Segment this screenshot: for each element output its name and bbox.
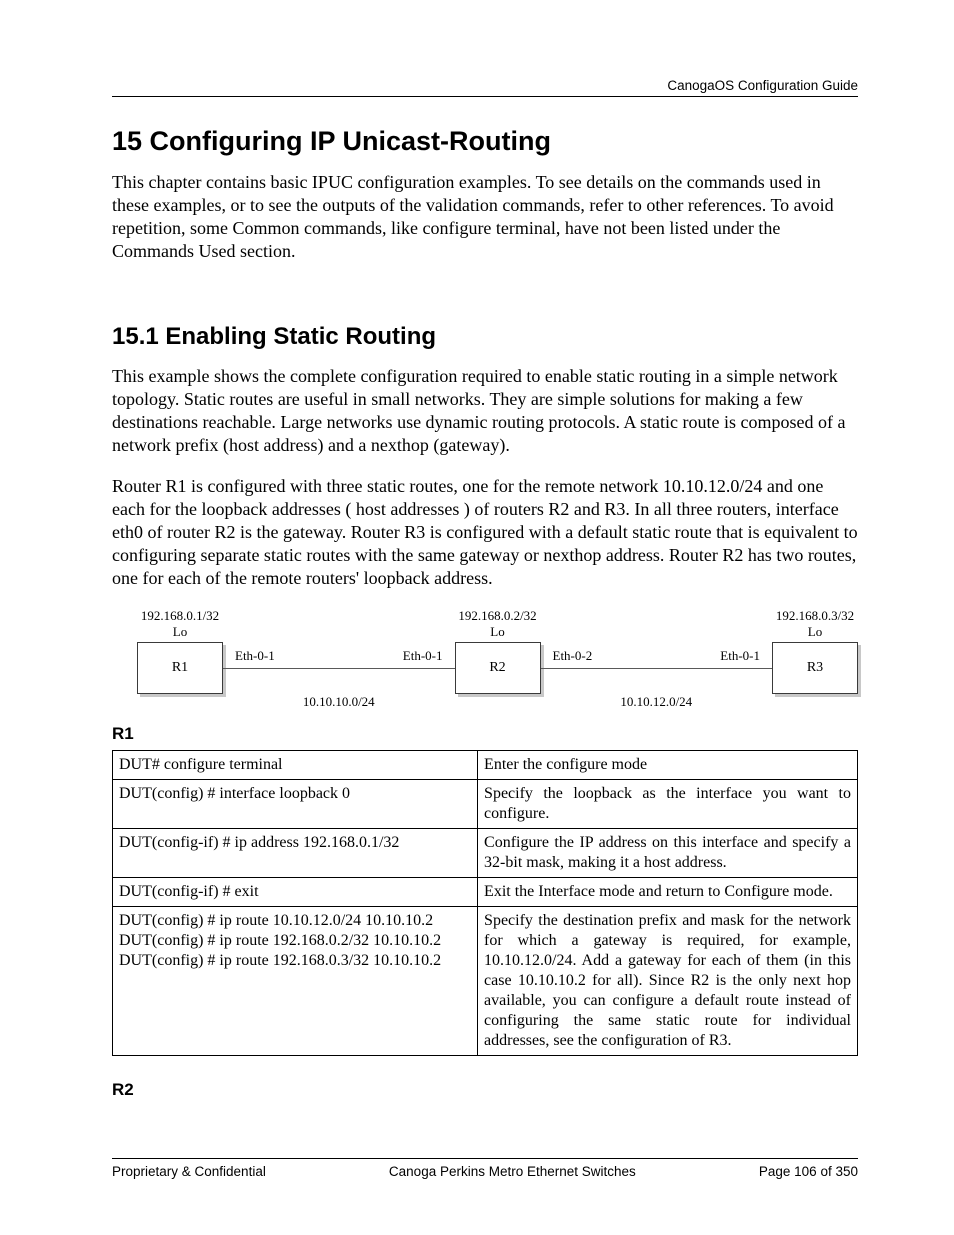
link2-left-if: Eth-0-2 — [553, 648, 593, 664]
link-r2-r3: Eth-0-2 Eth-0-1 10.10.12.0/24 — [541, 642, 773, 694]
r2-lo-label: Lo — [455, 624, 541, 640]
r1-cmd-0: DUT# configure terminal — [113, 751, 478, 780]
footer-center: Canoga Perkins Metro Ethernet Switches — [389, 1164, 636, 1179]
link2-subnet: 10.10.12.0/24 — [541, 694, 773, 710]
router-r1: R1 — [137, 642, 223, 694]
table-row: DUT# configure terminal Enter the config… — [113, 751, 858, 780]
header-doc-title: CanogaOS Configuration Guide — [667, 78, 858, 93]
chapter-intro: This chapter contains basic IPUC configu… — [112, 171, 858, 263]
network-diagram: 192.168.0.1/32 Lo 192.168.0.2/32 Lo 192.… — [112, 608, 858, 694]
r1-desc-4: Specify the destination prefix and mask … — [478, 907, 858, 1056]
r1-cmd-4: DUT(config) # ip route 10.10.12.0/24 10.… — [113, 907, 478, 1056]
link-r1-r2: Eth-0-1 Eth-0-1 10.10.10.0/24 — [223, 642, 455, 694]
footer-right: Page 106 of 350 — [759, 1164, 858, 1179]
r1-desc-1: Specify the loopback as the interface yo… — [478, 780, 858, 829]
link2-right-if: Eth-0-1 — [720, 648, 760, 664]
section-para-1: This example shows the complete configur… — [112, 365, 858, 457]
table-row: DUT(config) # ip route 10.10.12.0/24 10.… — [113, 907, 858, 1056]
table-row: DUT(config-if) # exit Exit the Interface… — [113, 878, 858, 907]
r1-table: DUT# configure terminal Enter the config… — [112, 750, 858, 1056]
r1-heading: R1 — [112, 724, 858, 744]
header-rule — [112, 96, 858, 97]
r2-heading: R2 — [112, 1080, 858, 1100]
footer-left: Proprietary & Confidential — [112, 1164, 266, 1179]
r3-loopback-ip: 192.168.0.3/32 — [772, 608, 858, 624]
r1-desc-2: Configure the IP address on this interfa… — [478, 829, 858, 878]
table-row: DUT(config-if) # ip address 192.168.0.1/… — [113, 829, 858, 878]
page: CanogaOS Configuration Guide 15 Configur… — [0, 0, 954, 1235]
router-r2: R2 — [455, 642, 541, 694]
link1-subnet: 10.10.10.0/24 — [223, 694, 455, 710]
r1-desc-0: Enter the configure mode — [478, 751, 858, 780]
r1-cmd-2: DUT(config-if) # ip address 192.168.0.1/… — [113, 829, 478, 878]
footer-rule — [112, 1158, 858, 1159]
section-heading: 15.1 Enabling Static Routing — [112, 323, 858, 351]
footer: Proprietary & Confidential Canoga Perkin… — [112, 1164, 858, 1179]
link1-left-if: Eth-0-1 — [235, 648, 275, 664]
r1-lo-label: Lo — [137, 624, 223, 640]
r1-desc-3: Exit the Interface mode and return to Co… — [478, 878, 858, 907]
section-para-2: Router R1 is configured with three stati… — [112, 475, 858, 590]
table-row: DUT(config) # interface loopback 0 Speci… — [113, 780, 858, 829]
link1-right-if: Eth-0-1 — [403, 648, 443, 664]
r1-cmd-3: DUT(config-if) # exit — [113, 878, 478, 907]
r1-cmd-1: DUT(config) # interface loopback 0 — [113, 780, 478, 829]
router-r3: R3 — [772, 642, 858, 694]
r2-loopback-ip: 192.168.0.2/32 — [455, 608, 541, 624]
content: 15 Configuring IP Unicast-Routing This c… — [112, 126, 858, 1100]
r3-lo-label: Lo — [772, 624, 858, 640]
chapter-heading: 15 Configuring IP Unicast-Routing — [112, 126, 858, 157]
r1-loopback-ip: 192.168.0.1/32 — [137, 608, 223, 624]
